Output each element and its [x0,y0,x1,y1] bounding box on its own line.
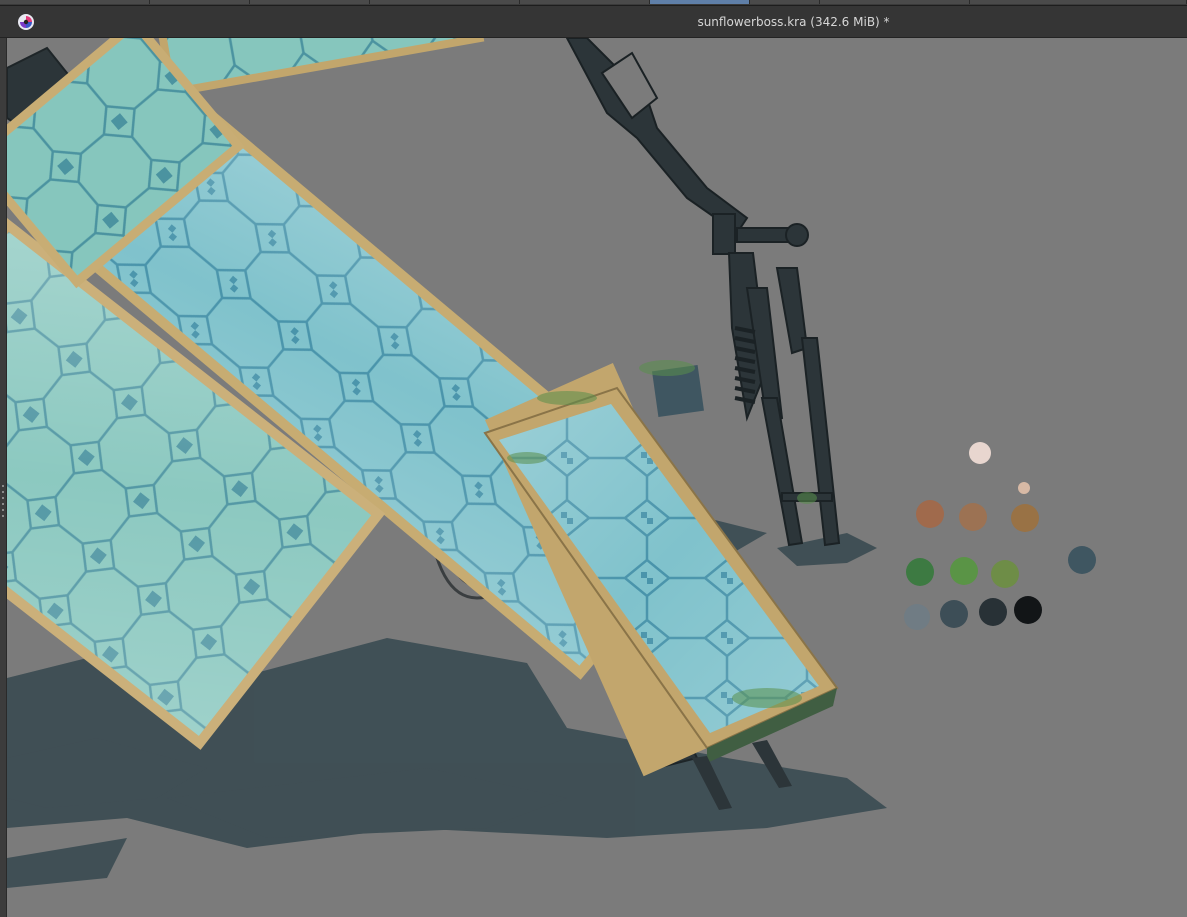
toolbar-segment-active[interactable] [650,0,750,4]
artwork [7,38,1096,888]
toolbar-segment[interactable] [970,0,1187,4]
glass-panel-top [156,38,485,97]
document-title: sunflowerboss.kra (342.6 MiB) * [697,15,890,29]
swatch-brown-3 [1011,504,1039,532]
stand-right [712,213,841,547]
document-titlebar: sunflowerboss.kra (342.6 MiB) * [0,6,1187,38]
swatch-slate [1068,546,1096,574]
swatch-green-2 [950,557,978,585]
toolbar-segment[interactable] [520,0,650,4]
swatch-dark-slate [940,600,968,628]
swatch-skin-light [969,442,991,464]
swatch-gray-blue [904,604,930,630]
toolbar-segment[interactable] [750,0,820,4]
swatch-brown-1 [916,500,944,528]
chain [565,38,749,235]
panel-resize-grip-icon[interactable] [1,483,5,519]
swatch-green-3 [991,560,1019,588]
drawing-canvas[interactable] [7,38,1187,917]
left-dock-edge [0,38,7,917]
toolbar-segment[interactable] [820,0,970,4]
swatch-skin-small [1018,482,1030,494]
toolbar-segment[interactable] [0,0,150,4]
color-swatches [904,442,1096,630]
swatch-black [1014,596,1042,624]
toolbar-segment[interactable] [250,0,370,4]
swatch-charcoal [979,598,1007,626]
toolbar-segment[interactable] [150,0,250,4]
toolbar-segment[interactable] [370,0,520,4]
swatch-brown-2 [959,503,987,531]
swatch-green-1 [906,558,934,586]
